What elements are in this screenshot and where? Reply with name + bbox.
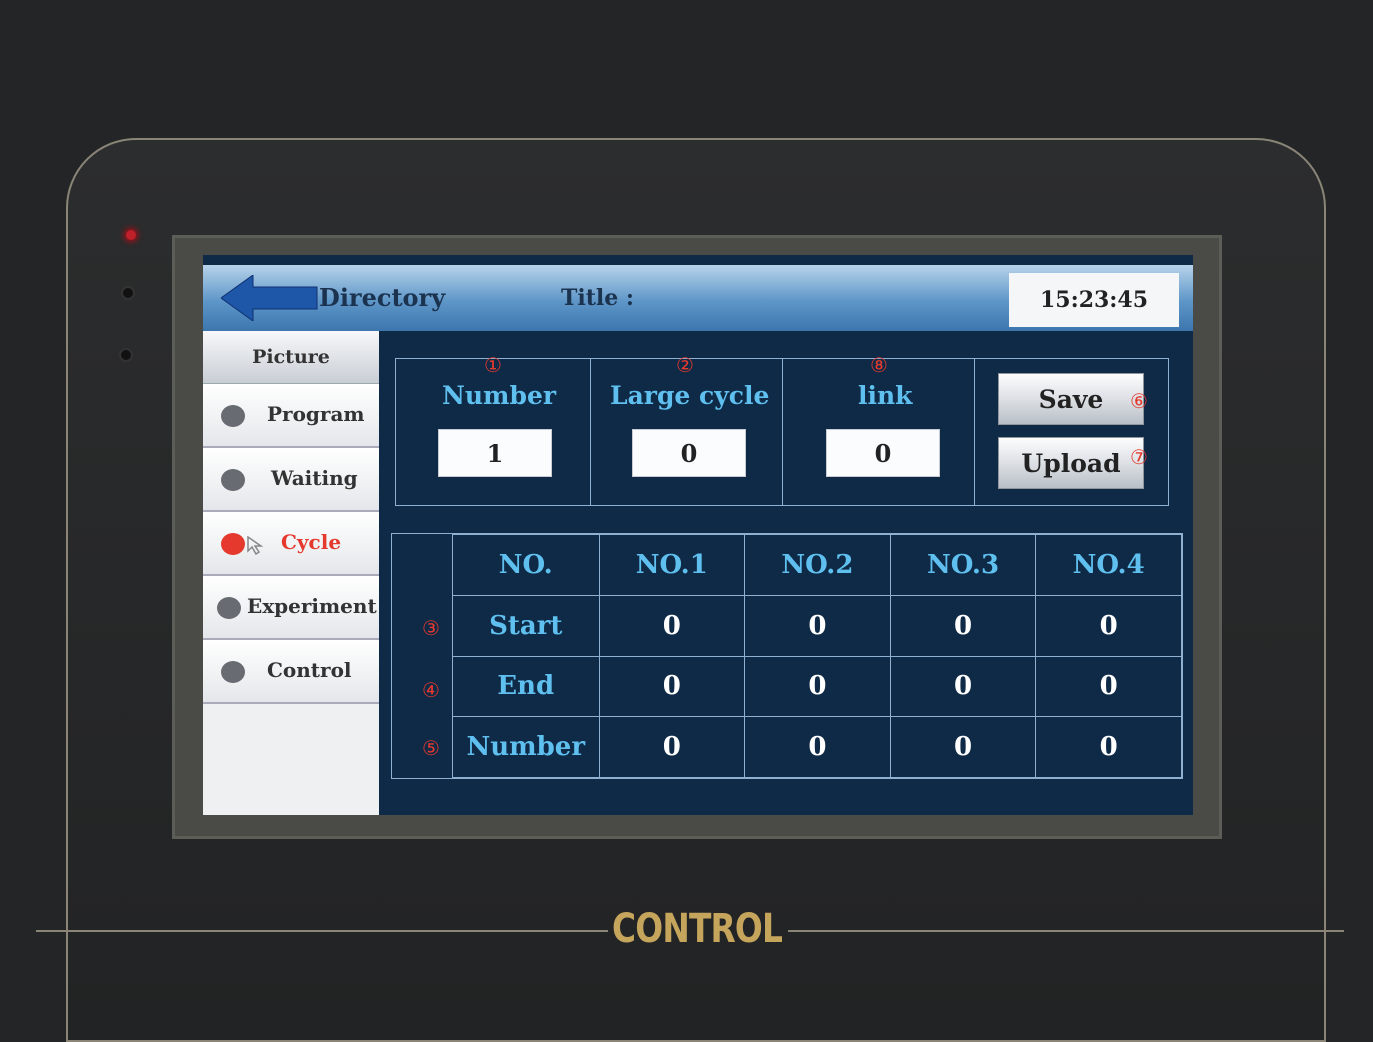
column-header: NO.1: [598, 534, 746, 596]
sidebar-item-label: Experiment: [247, 594, 377, 618]
marker-7: ⑦: [1130, 445, 1148, 469]
column-header: NO.3: [889, 534, 1037, 596]
hmi-screen: Directory Title : 15:23:45 Picture Progr…: [203, 255, 1193, 815]
sidebar-item-program[interactable]: Program: [203, 384, 379, 448]
brand-logo: CONTROL: [612, 906, 783, 952]
cycle-table: ③ ④ ⑤ NO. NO.1 NO.2 NO.3 NO.4 Start 0 0 …: [391, 533, 1183, 779]
link-label: link: [858, 381, 913, 410]
table-cell[interactable]: 0: [598, 594, 746, 657]
table-row: End 0 0 0 0: [452, 655, 1182, 718]
active-dot-icon: [221, 533, 245, 555]
sidebar-item-label: Program: [267, 402, 365, 426]
large-cycle-label: Large cycle: [610, 381, 770, 410]
marker-4: ④: [422, 678, 440, 702]
power-led: [126, 230, 136, 240]
table-cell[interactable]: 0: [889, 655, 1037, 718]
back-arrow-icon: [221, 275, 318, 321]
table-header-row: NO. NO.1 NO.2 NO.3 NO.4: [452, 534, 1182, 596]
row-header-number: Number: [452, 716, 600, 778]
brand-divider-left: [36, 930, 608, 932]
status-led-2: [123, 288, 133, 298]
sidebar-item-label: Control: [267, 658, 352, 682]
upload-button[interactable]: Upload: [998, 437, 1144, 489]
cycle-settings-panel: ① Number 1 ② Large cycle 0 ⑧ link 0 Save…: [395, 353, 1169, 506]
clock-display: 15:23:45: [1009, 273, 1179, 327]
sidebar: Picture Program Waiting Cycle Experiment…: [203, 331, 379, 815]
table-cell[interactable]: 0: [744, 716, 891, 778]
column-header: NO.4: [1035, 534, 1182, 596]
status-dot-icon: [221, 469, 245, 491]
table-cell[interactable]: 0: [598, 655, 746, 718]
save-button[interactable]: Save: [998, 373, 1144, 425]
sidebar-item-label: Cycle: [281, 530, 342, 554]
directory-back-button[interactable]: Directory: [221, 275, 445, 321]
table-cell[interactable]: 0: [1035, 716, 1182, 778]
directory-label: Directory: [319, 283, 446, 312]
marker-6: ⑥: [1130, 389, 1148, 413]
table-cell[interactable]: 0: [744, 594, 891, 657]
column-header: NO.2: [744, 534, 891, 596]
table-cell[interactable]: 0: [889, 594, 1037, 657]
row-header-end: End: [452, 655, 600, 718]
row-header-start: Start: [452, 594, 600, 657]
large-cycle-input[interactable]: 0: [632, 429, 746, 477]
page-title: Title :: [561, 285, 635, 311]
status-dot-icon: [221, 405, 245, 427]
brand-divider-right: [788, 930, 1344, 932]
top-bar: Directory Title : 15:23:45: [203, 265, 1193, 331]
table-row: Number 0 0 0 0: [452, 716, 1182, 778]
table-cell[interactable]: 0: [744, 655, 891, 718]
table-cell[interactable]: 0: [1035, 655, 1182, 718]
sidebar-item-waiting[interactable]: Waiting: [203, 448, 379, 512]
status-dot-icon: [217, 597, 241, 619]
marker-2: ②: [676, 353, 694, 377]
marker-1: ①: [484, 353, 502, 377]
sidebar-item-cycle[interactable]: Cycle: [203, 512, 379, 576]
table-cell[interactable]: 0: [1035, 594, 1182, 657]
table-cell[interactable]: 0: [889, 716, 1037, 778]
sidebar-item-control[interactable]: Control: [203, 640, 379, 704]
column-header: NO.: [452, 534, 600, 596]
status-dot-icon: [221, 661, 245, 683]
sidebar-item-label: Waiting: [271, 466, 358, 490]
table-row: Start 0 0 0 0: [452, 594, 1182, 657]
cycle-data-table: NO. NO.1 NO.2 NO.3 NO.4 Start 0 0 0 0 En…: [452, 534, 1182, 778]
sidebar-item-experiment[interactable]: Experiment: [203, 576, 379, 640]
link-input[interactable]: 0: [826, 429, 940, 477]
table-cell[interactable]: 0: [598, 716, 746, 778]
marker-3: ③: [422, 616, 440, 640]
number-label: Number: [442, 381, 557, 410]
marker-8: ⑧: [870, 353, 888, 377]
sidebar-header: Picture: [203, 331, 379, 384]
number-input[interactable]: 1: [438, 429, 552, 477]
pointer-cursor-icon: [247, 536, 264, 556]
marker-5: ⑤: [422, 736, 440, 760]
status-led-3: [121, 350, 131, 360]
